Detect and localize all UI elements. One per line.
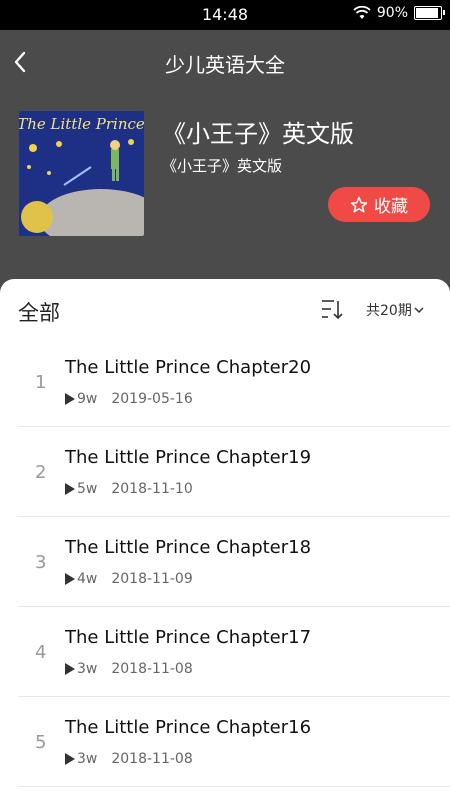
play-icon (65, 483, 75, 495)
album-title: 《小王子》英文版 (162, 120, 354, 148)
album-subtitle: 《小王子》英文版 (162, 157, 283, 175)
publish-date: 2018-11-08 (111, 661, 193, 677)
play-count: 5w (77, 481, 98, 497)
list-heading: 全部 (18, 301, 60, 325)
battery-percentage: 90% (376, 5, 408, 21)
episode-count-label: 共20期 (366, 303, 412, 319)
play-icon (65, 573, 75, 585)
play-count: 9w (77, 391, 98, 407)
album-cover: The Little Prince (19, 111, 144, 236)
item-title: The Little Prince Chapter18 (65, 537, 312, 558)
item-index: 1 (35, 372, 47, 393)
collect-label: 收藏 (374, 197, 408, 217)
item-title: The Little Prince Chapter16 (65, 717, 312, 738)
list-item[interactable]: 5 The Little Prince Chapter16 3w 2018-11… (0, 697, 450, 787)
play-count: 3w (77, 661, 98, 677)
episode-panel: 全部 共20期 1 The Little Prince Chapter20 9w… (0, 279, 450, 800)
episode-count-dropdown[interactable]: 共20期 (366, 300, 424, 320)
star-outline-icon (350, 196, 368, 212)
publish-date: 2018-11-10 (111, 481, 193, 497)
sort-button[interactable] (320, 298, 344, 320)
item-meta: 3w 2018-11-08 (65, 751, 193, 767)
play-icon (65, 753, 75, 765)
item-meta: 3w 2018-11-08 (65, 661, 193, 677)
item-meta: 9w 2019-05-16 (65, 391, 193, 407)
page-title: 少儿英语大全 (165, 53, 285, 77)
episode-list: 1 The Little Prince Chapter20 9w 2019-05… (0, 337, 450, 787)
collect-button[interactable]: 收藏 (328, 187, 430, 222)
status-right: 90% (353, 5, 445, 21)
item-title: The Little Prince Chapter19 (65, 447, 312, 468)
item-title: The Little Prince Chapter17 (65, 627, 312, 648)
status-bar: 14:48 90% (0, 0, 450, 30)
list-item[interactable]: 2 The Little Prince Chapter19 5w 2018-11… (0, 427, 450, 517)
cover-art: The Little Prince (19, 111, 144, 236)
play-count: 3w (77, 751, 98, 767)
wifi-icon (353, 6, 371, 19)
list-item[interactable]: 3 The Little Prince Chapter18 4w 2018-11… (0, 517, 450, 607)
cover-title-text: The Little Prince (19, 115, 144, 133)
publish-date: 2018-11-09 (111, 571, 193, 587)
header: 少儿英语大全 (0, 30, 450, 94)
play-icon (65, 393, 75, 405)
item-meta: 5w 2018-11-10 (65, 481, 193, 497)
publish-date: 2018-11-08 (111, 751, 193, 767)
item-title: The Little Prince Chapter20 (65, 357, 312, 378)
list-item[interactable]: 1 The Little Prince Chapter20 9w 2019-05… (0, 337, 450, 427)
sort-icon (322, 300, 343, 320)
item-index: 3 (35, 552, 47, 573)
item-meta: 4w 2018-11-09 (65, 571, 193, 587)
play-icon (65, 663, 75, 675)
item-index: 2 (35, 462, 47, 483)
item-index: 5 (35, 732, 47, 753)
list-item[interactable]: 4 The Little Prince Chapter17 3w 2018-11… (0, 607, 450, 697)
play-count: 4w (77, 571, 98, 587)
item-index: 4 (35, 642, 47, 663)
battery-icon (414, 6, 445, 20)
chevron-down-icon (414, 307, 424, 314)
publish-date: 2019-05-16 (111, 391, 193, 407)
